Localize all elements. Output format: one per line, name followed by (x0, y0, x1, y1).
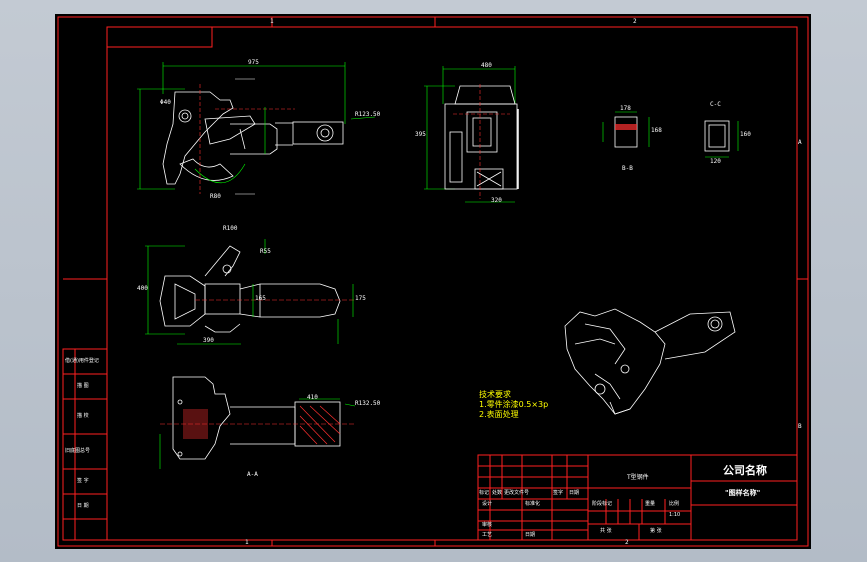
outer-border (57, 16, 809, 547)
section-label-b-b: B-B (622, 165, 633, 172)
dim-section-c-height: 160 (740, 131, 751, 138)
dim-lower-radius: R132.50 (355, 400, 381, 407)
dim-side-right: 175 (355, 295, 366, 302)
dim-r80: R80 (210, 193, 221, 200)
technical-notes: 技术要求 1.零件涂漆0.5×3p 2.表面处理 (479, 390, 549, 419)
tb-standard: 标准化 (525, 501, 541, 507)
section-b-b (602, 111, 650, 148)
isometric-view (564, 308, 736, 415)
tb-sheets: 共 张 (600, 528, 612, 534)
top-view (137, 62, 376, 195)
row-label-mark: 标记 (479, 490, 490, 496)
dim-side-height: 400 (137, 285, 148, 292)
dim-phi40: Φ40 (160, 99, 171, 106)
dim-section-b-width: 178 (620, 105, 631, 112)
dim-top-radius: R123.50 (355, 111, 381, 118)
dim-front-bottom: 320 (491, 197, 502, 204)
tb-ratio: 比例 (669, 501, 680, 507)
zone-right-b: B (798, 423, 802, 430)
left-col-4: 签 字 (77, 478, 89, 484)
tb-design: 设计 (482, 501, 493, 507)
tb-check: 审核 (482, 522, 493, 528)
left-col-0: 借(通)用件登记 (65, 358, 99, 364)
cad-viewport[interactable]: 1 2 1 2 A B 975 R123.50 480 395 320 178 … (0, 0, 867, 562)
dim-lower-width: 410 (307, 394, 318, 401)
top-left-box (106, 26, 213, 48)
zone-bottom-1: 1 (245, 539, 249, 546)
dim-r100: R100 (223, 225, 238, 232)
dim-side-mid: 165 (255, 295, 266, 302)
part-name: T型钢件 (627, 474, 649, 481)
left-col-5: 日 期 (77, 503, 89, 509)
row-label-change: 更改文件号 (504, 490, 530, 496)
row-label-sign: 签字 (553, 490, 564, 496)
scale-value: 1:10 (669, 512, 681, 518)
tb-weight: 重量 (645, 501, 656, 507)
zone-bottom-2: 2 (625, 539, 629, 546)
row-label-date: 日期 (569, 490, 580, 496)
front-view (424, 66, 519, 203)
section-c-c (704, 120, 739, 158)
section-label-a-a: A-A (247, 471, 258, 478)
company-name: 公司名称 (723, 464, 767, 477)
zone-top-2: 2 (633, 18, 637, 25)
dim-r55: R55 (260, 248, 271, 255)
side-view (145, 239, 355, 345)
section-label-c-c: C-C (710, 101, 721, 108)
dim-side-bottom: 390 (203, 337, 214, 344)
row-label-count: 处数 (492, 490, 503, 496)
drawing-sheet: 1 2 1 2 A B 975 R123.50 480 395 320 178 … (55, 14, 811, 549)
dim-top-width: 975 (248, 59, 259, 66)
zone-right-a: A (798, 139, 802, 146)
dim-front-height: 395 (415, 131, 426, 138)
lower-view (159, 376, 356, 469)
zone-top-1: 1 (270, 18, 274, 25)
tb-approve: 日期 (525, 532, 536, 538)
drawing-canvas (57, 16, 809, 547)
dim-section-c-width: 120 (710, 158, 721, 165)
left-col-2: 描 校 (77, 413, 89, 419)
dim-section-b-height: 168 (651, 127, 662, 134)
dim-front-width: 480 (481, 62, 492, 69)
drawing-name: "图样名称" (725, 489, 761, 497)
tb-process: 工艺 (482, 532, 493, 538)
left-col-1: 描 图 (77, 383, 89, 389)
tb-sheet-no: 第 张 (650, 528, 662, 534)
tb-stage: 阶段标记 (592, 501, 613, 507)
left-col-3: 旧底图总号 (65, 448, 91, 454)
